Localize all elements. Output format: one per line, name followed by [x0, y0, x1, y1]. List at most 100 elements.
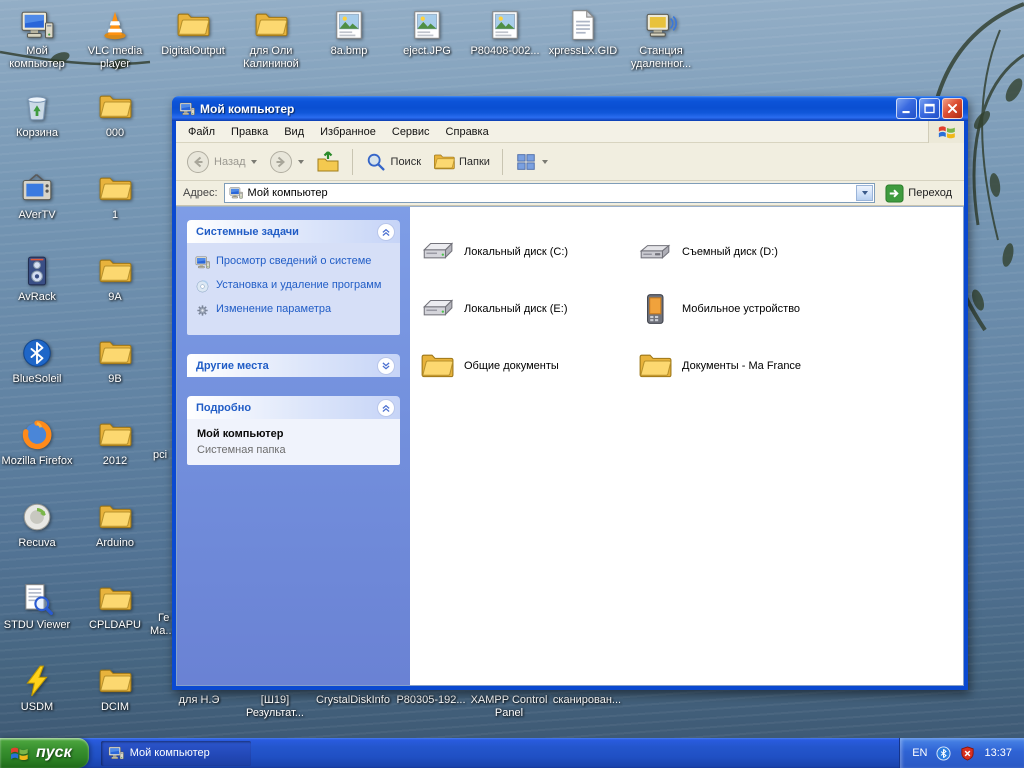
desktop-icon[interactable]: Станция удаленног... — [625, 8, 697, 71]
desktop-icon[interactable]: 9A — [79, 254, 151, 304]
collapse-chevron-button[interactable] — [377, 223, 395, 241]
menu-item[interactable]: Избранное — [312, 123, 384, 141]
task-link[interactable]: Просмотр сведений о системе — [195, 255, 392, 270]
desktop-icon-label: CPLDAPU — [79, 619, 151, 632]
back-button[interactable]: Назад — [181, 147, 262, 177]
desktop-icon-label[interactable]: [Ш19] Результат... — [233, 694, 317, 720]
mobile-icon — [638, 292, 672, 326]
back-dropdown-caret — [251, 160, 257, 164]
desktop-icon[interactable]: Корзина — [1, 90, 73, 140]
desktop-icon[interactable]: eject.JPG — [391, 8, 463, 58]
desktop-icon[interactable]: CPLDAPU — [79, 582, 151, 632]
desktop-icon[interactable]: DCIM — [79, 664, 151, 714]
start-button[interactable]: пуск — [0, 738, 89, 768]
minimize-button[interactable] — [896, 98, 917, 119]
folder-icon — [98, 90, 132, 124]
partial-desktop-label[interactable]: Ге — [158, 612, 169, 625]
menu-item[interactable]: Вид — [276, 123, 312, 141]
title-bar[interactable]: Мой компьютер — [172, 96, 968, 121]
collapse-chevron-button[interactable] — [377, 399, 395, 417]
search-icon — [365, 151, 387, 173]
desktop-icon[interactable]: Mozilla Firefox — [1, 418, 73, 468]
menu-item[interactable]: Правка — [223, 123, 276, 141]
views-dropdown-caret — [542, 160, 548, 164]
folders-button[interactable]: Папки — [428, 148, 495, 176]
desktop-icon-label[interactable]: XAMPP Control Panel — [467, 694, 551, 720]
folder-icon — [98, 336, 132, 370]
desktop-icon[interactable]: AvRack — [1, 254, 73, 304]
partial-desktop-label[interactable]: Ма... — [150, 625, 175, 638]
desktop-icon[interactable]: 8a.bmp — [313, 8, 385, 58]
image-icon — [332, 8, 366, 42]
clock[interactable]: 13:37 — [984, 747, 1012, 759]
desktop-icon-label: AvRack — [1, 291, 73, 304]
search-button[interactable]: Поиск — [360, 148, 426, 176]
forward-icon — [269, 150, 293, 174]
desktop-icon-label: 2012 — [79, 455, 151, 468]
drive-or-folder-item[interactable]: Локальный диск (C:) — [420, 223, 638, 280]
other-places-header[interactable]: Другие места — [187, 354, 400, 377]
desktop-icon[interactable]: USDM — [1, 664, 73, 714]
desktop-icon-label: 1 — [79, 209, 151, 222]
desktop-icon-label[interactable]: сканирован... — [545, 694, 629, 707]
avrack-icon — [20, 254, 54, 288]
menu-item[interactable]: Сервис — [384, 123, 438, 141]
desktop-icon-label[interactable]: для Н.Э — [157, 694, 241, 707]
computer-icon — [195, 255, 210, 270]
desktop-icon-label: DCIM — [79, 701, 151, 714]
computer-icon — [20, 8, 54, 42]
desktop-icon[interactable]: DigitalOutput — [157, 8, 229, 58]
address-dropdown-button[interactable] — [856, 185, 873, 201]
go-button[interactable]: Переход — [881, 182, 959, 205]
window-computer-icon[interactable] — [179, 101, 195, 117]
folder-icon — [254, 8, 288, 42]
desktop-icon[interactable]: Recuva — [1, 500, 73, 550]
file-icon — [566, 8, 600, 42]
forward-button[interactable] — [264, 147, 309, 177]
go-icon — [885, 184, 904, 203]
bluetooth-tray-icon[interactable] — [936, 746, 951, 761]
drive-or-folder-item[interactable]: Документы - Ma France — [638, 337, 898, 394]
drive-or-folder-item[interactable]: Локальный диск (E:) — [420, 280, 638, 337]
taskbar-task-my-computer[interactable]: Мой компьютер — [101, 741, 251, 766]
desktop-icon[interactable]: STDU Viewer — [1, 582, 73, 632]
desktop-icon-label: для Оли Калининой — [235, 45, 307, 71]
close-button[interactable] — [942, 98, 963, 119]
desktop-icon[interactable]: 2012 — [79, 418, 151, 468]
desktop-icon[interactable]: P80408-002... — [469, 8, 541, 58]
desktop-icon[interactable]: Arduino — [79, 500, 151, 550]
expand-chevron-button[interactable] — [377, 357, 395, 375]
menu-item[interactable]: Файл — [180, 123, 223, 141]
desktop-icon[interactable]: для Оли Калининой — [235, 8, 307, 71]
desktop-icon[interactable]: 000 — [79, 90, 151, 140]
desktop-icon-label: 000 — [79, 127, 151, 140]
partial-desktop-label[interactable]: pci — [153, 449, 167, 462]
language-indicator[interactable]: EN — [912, 747, 927, 759]
desktop-icon[interactable]: 1 — [79, 172, 151, 222]
desktop-icon[interactable]: VLC media player — [79, 8, 151, 71]
address-computer-icon — [229, 186, 243, 200]
desktop-icon-label[interactable]: CrystalDiskInfo — [311, 694, 395, 707]
desktop-icon[interactable]: 9B — [79, 336, 151, 386]
desktop-icon[interactable]: BlueSoleil — [1, 336, 73, 386]
drive-or-folder-item[interactable]: Общие документы — [420, 337, 638, 394]
desktop-icon[interactable]: AVerTV — [1, 172, 73, 222]
desktop-icon-label: Корзина — [1, 127, 73, 140]
drive-or-folder-item[interactable]: Мобильное устройство — [638, 280, 898, 337]
up-button[interactable] — [311, 147, 345, 177]
drive-or-folder-item[interactable]: Съемный диск (D:) — [638, 223, 898, 280]
system-tray: EN 13:37 — [899, 738, 1024, 768]
maximize-button[interactable] — [919, 98, 940, 119]
security-shield-tray-icon[interactable] — [960, 746, 975, 761]
desktop-icon[interactable]: xpressLX.GID — [547, 8, 619, 58]
details-header[interactable]: Подробно — [187, 396, 400, 419]
address-combo[interactable]: Мой компьютер — [224, 183, 876, 203]
menu-item[interactable]: Справка — [438, 123, 497, 141]
system-tasks-header[interactable]: Системные задачи — [187, 220, 400, 243]
views-button[interactable] — [510, 148, 553, 176]
desktop-icon-label[interactable]: P80305-192... — [389, 694, 473, 707]
forward-dropdown-caret — [298, 160, 304, 164]
task-link[interactable]: Изменение параметра — [195, 303, 392, 318]
desktop-icon[interactable]: Мой компьютер — [1, 8, 73, 71]
task-link[interactable]: Установка и удаление программ — [195, 279, 392, 294]
